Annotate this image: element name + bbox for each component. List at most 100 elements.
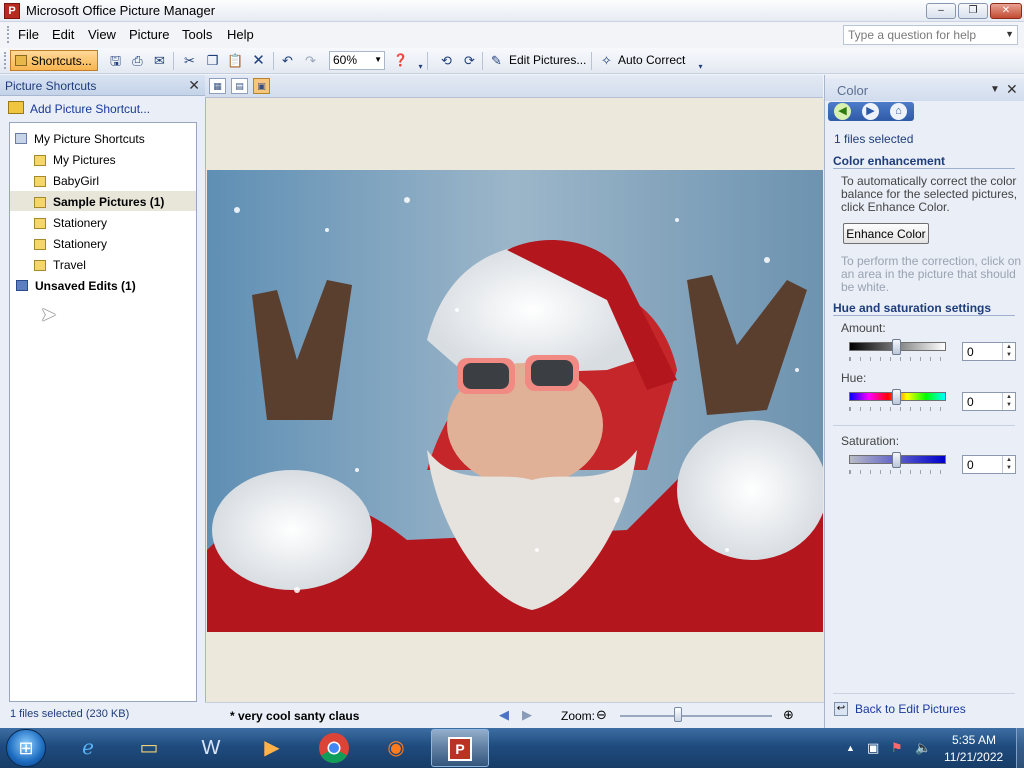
close-icon[interactable]: ✕ [1006, 81, 1018, 98]
tree-item-babygirl[interactable]: BabyGirl [10, 170, 196, 190]
auto-correct-button[interactable]: Auto Correct [618, 53, 685, 67]
back-to-edit-pictures-link[interactable]: Back to Edit Pictures [855, 702, 966, 716]
word-icon[interactable]: W [184, 730, 238, 766]
back-to-edit-icon[interactable]: ↩ [834, 702, 848, 716]
zoom-slider-track[interactable] [620, 715, 772, 717]
close-button[interactable]: ✕ [990, 3, 1022, 19]
menu-file[interactable]: File [18, 27, 39, 42]
tree-item-travel[interactable]: Travel [10, 254, 196, 274]
rotate-left-icon[interactable]: ⟲ [438, 52, 455, 69]
tree-item-my-pictures[interactable]: My Pictures [10, 149, 196, 169]
menu-tools[interactable]: Tools [182, 27, 212, 42]
toolbar-separator [173, 52, 174, 70]
left-pane-title: Picture Shortcuts [5, 79, 97, 93]
zoom-in-icon[interactable]: ⊕ [783, 707, 794, 723]
menu-help[interactable]: Help [227, 27, 254, 42]
chevron-down-icon[interactable]: ▼ [1005, 29, 1014, 39]
print-icon[interactable]: ⎙ [129, 52, 146, 69]
filmstrip-view-icon[interactable]: ▤ [231, 78, 248, 94]
help-search-input[interactable]: Type a question for help ▼ [843, 25, 1018, 45]
paste-icon[interactable]: 📋 [227, 52, 244, 69]
spinner-arrows-icon[interactable]: ▲ ▼ [1002, 393, 1015, 410]
tree-item-unsaved-edits[interactable]: Unsaved Edits (1) [10, 275, 196, 295]
chevron-down-icon[interactable]: ▼ [990, 84, 1000, 95]
show-desktop-button[interactable] [1016, 728, 1024, 768]
add-shortcut-icon[interactable] [8, 101, 24, 114]
email-icon[interactable]: ✉ [151, 52, 168, 69]
zoom-slider-thumb[interactable] [673, 707, 682, 722]
section-rule [833, 693, 1015, 694]
color-pane-title: Color [837, 83, 869, 98]
pane-navigation: ◀ ▶ ⌂ [828, 102, 914, 121]
enhance-color-button[interactable]: Enhance Color [843, 223, 929, 244]
santa-photo[interactable] [207, 170, 823, 632]
close-icon[interactable]: ✕ [188, 77, 200, 94]
minimize-button[interactable]: – [926, 3, 956, 19]
next-icon[interactable]: ▶ [522, 707, 532, 723]
delete-icon[interactable]: ✕ [250, 52, 267, 69]
heading-rule [833, 315, 1015, 316]
back-icon[interactable]: ◀ [834, 103, 851, 120]
heading-rule [833, 168, 1015, 169]
menu-view[interactable]: View [88, 27, 116, 42]
copy-icon[interactable]: ❐ [204, 52, 221, 69]
amount-spinner[interactable]: 0 ▲ ▼ [962, 342, 1016, 361]
add-picture-shortcut-link[interactable]: Add Picture Shortcut... [30, 102, 150, 116]
windows-start-icon[interactable]: ⊞ [6, 729, 46, 767]
thumbnail-view-icon[interactable]: ▦ [209, 78, 226, 94]
menu-edit[interactable]: Edit [52, 27, 74, 42]
spinner-arrows-icon[interactable]: ▲ ▼ [1002, 343, 1015, 360]
help-icon[interactable]: ❓ [392, 52, 409, 69]
zoom-select[interactable]: 60% ▼ [329, 51, 385, 70]
single-picture-view-icon[interactable]: ▣ [253, 78, 270, 94]
color-pane: Color ▼ ✕ ◀ ▶ ⌂ 1 files selected Color e… [824, 75, 1024, 728]
spinner-arrows-icon[interactable]: ▲ ▼ [1002, 456, 1015, 473]
tree-item-my-picture-shortcuts[interactable]: My Picture Shortcuts [10, 128, 196, 148]
taskbar: ⊞ ℯ ▭ W ▶ ◉ P ▲ ▣ ⚑ 🔈 5:35 AM 11/21/2022 [0, 728, 1024, 768]
shortcuts-button[interactable]: Shortcuts... [10, 50, 98, 71]
previous-icon[interactable]: ◀ [499, 707, 509, 723]
network-icon[interactable]: ▣ [867, 740, 879, 756]
help-placeholder: Type a question for help [848, 28, 977, 42]
shortcuts-icon [15, 55, 27, 66]
volume-icon[interactable]: 🔈 [915, 740, 931, 756]
clock-time[interactable]: 5:35 AM [952, 733, 996, 747]
tree-item-sample-pictures[interactable]: Sample Pictures (1) [10, 191, 196, 211]
chrome-logo [319, 733, 349, 764]
picture-shortcuts-pane: Picture Shortcuts ✕ Add Picture Shortcut… [0, 75, 205, 728]
undo-icon[interactable]: ↶ [279, 52, 296, 69]
show-hidden-icons-icon[interactable]: ▲ [846, 743, 855, 753]
action-center-icon[interactable]: ⚑ [891, 740, 903, 756]
edit-pictures-button[interactable]: Edit Pictures... [509, 53, 586, 67]
chrome-icon[interactable] [307, 730, 361, 766]
redo-icon[interactable]: ↷ [302, 52, 319, 69]
menu-picture[interactable]: Picture [129, 27, 169, 42]
zoom-out-icon[interactable]: ⊖ [596, 707, 607, 723]
cut-icon[interactable]: ✂ [181, 52, 198, 69]
rotate-right-icon[interactable]: ⟳ [461, 52, 478, 69]
picture-manager-task-button[interactable]: P [431, 729, 489, 767]
amount-slider-thumb[interactable] [892, 339, 901, 355]
edit-pictures-icon[interactable]: ✎ [488, 52, 505, 69]
forward-icon[interactable]: ▶ [862, 103, 879, 120]
save-icon[interactable]: 🖫 [107, 52, 124, 69]
saturation-spinner[interactable]: 0 ▲ ▼ [962, 455, 1016, 474]
chevron-down-icon[interactable]: ▼ [374, 55, 382, 64]
tree-item-stationery[interactable]: Stationery [10, 212, 196, 232]
media-player-icon[interactable]: ▶ [245, 730, 299, 766]
color-enhancement-heading: Color enhancement [833, 154, 946, 168]
toolbar-options-icon[interactable]: ▾ [692, 58, 709, 75]
view-toolbar: ▦ ▤ ▣ [205, 75, 823, 98]
firefox-icon[interactable]: ◉ [369, 730, 423, 766]
ie-icon[interactable]: ℯ [61, 730, 115, 766]
tree-item-stationery-2[interactable]: Stationery [10, 233, 196, 253]
perform-instructions-3: be white. [841, 280, 890, 294]
home-icon[interactable]: ⌂ [890, 103, 907, 120]
hue-slider-thumb[interactable] [892, 389, 901, 405]
maximize-button[interactable]: ❐ [958, 3, 988, 19]
clock-date[interactable]: 11/21/2022 [944, 750, 1003, 764]
hue-spinner[interactable]: 0 ▲ ▼ [962, 392, 1016, 411]
explorer-icon[interactable]: ▭ [122, 730, 176, 766]
saturation-slider-thumb[interactable] [892, 452, 901, 468]
auto-correct-icon[interactable]: ✧ [598, 52, 615, 69]
